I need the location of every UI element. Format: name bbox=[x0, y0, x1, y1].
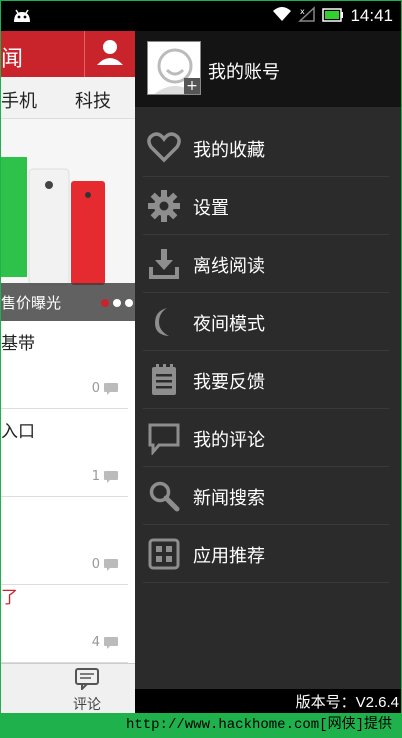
comment-tab-label: 评论 bbox=[73, 697, 101, 713]
menu-item-label: 新闻搜索 bbox=[193, 488, 265, 509]
menu-item-favorites[interactable]: 我的收藏 bbox=[143, 119, 389, 177]
app-logo-fragment: 闻 bbox=[1, 47, 24, 72]
menu-item-label: 我的收藏 bbox=[193, 140, 265, 161]
screenshot-frame: x 14:41 闻 手机 科技 售价曝光 基带 0 入口 1 0 了 4 评论 … bbox=[0, 0, 402, 738]
notepad-icon bbox=[152, 364, 176, 395]
menu-item-label: 离线阅读 bbox=[193, 256, 265, 277]
comment-count: 0 bbox=[92, 381, 118, 396]
menu-item-my-comments[interactable]: 我的评论 bbox=[143, 409, 389, 467]
phone-screen: x 14:41 闻 手机 科技 售价曝光 基带 0 入口 1 0 了 4 评论 … bbox=[1, 1, 401, 713]
comment-tab[interactable]: 评论 bbox=[67, 668, 107, 713]
menu-item-offline-reading[interactable]: 离线阅读 bbox=[143, 235, 389, 293]
comment-count: 4 bbox=[92, 635, 118, 650]
category-tabs: 手机 科技 bbox=[1, 77, 135, 119]
carousel-dot bbox=[113, 299, 121, 307]
user-button[interactable] bbox=[84, 31, 135, 77]
user-icon bbox=[95, 37, 125, 71]
source-watermark: http://www.hackhome.com[网侠]提供 bbox=[125, 717, 392, 733]
menu-item-settings[interactable]: 设置 bbox=[143, 177, 389, 235]
avatar[interactable]: + bbox=[147, 41, 201, 95]
svg-text:x: x bbox=[300, 7, 305, 16]
menu-item-label: 我要反馈 bbox=[193, 372, 265, 393]
menu-item-label: 设置 bbox=[193, 198, 229, 219]
no-signal-icon: x bbox=[298, 6, 316, 26]
news-title: 入口 bbox=[1, 422, 35, 442]
search-icon bbox=[149, 481, 180, 512]
carousel-dots bbox=[101, 299, 133, 307]
comment-icon bbox=[104, 558, 118, 571]
moon-icon bbox=[155, 308, 169, 336]
status-bar: x 14:41 bbox=[1, 1, 401, 31]
news-item[interactable]: 了 4 bbox=[1, 575, 128, 663]
battery-icon bbox=[322, 7, 344, 26]
drawer-header[interactable]: + 我的账号 bbox=[135, 31, 401, 107]
menu-item-label: 应用推荐 bbox=[193, 546, 265, 567]
version-label: 版本号：V2.6.4 bbox=[135, 689, 401, 713]
comment-icon bbox=[104, 470, 118, 483]
menu-item-app-recommend[interactable]: 应用推荐 bbox=[143, 525, 389, 583]
news-item[interactable]: 基带 0 bbox=[1, 321, 128, 409]
speech-bubble-icon bbox=[148, 423, 180, 455]
app-header: 闻 bbox=[1, 31, 135, 77]
comment-count: 1 bbox=[92, 469, 118, 484]
news-item[interactable]: 0 bbox=[1, 497, 128, 585]
bottom-bar: 评论 bbox=[1, 663, 135, 713]
banner-carousel[interactable]: 售价曝光 bbox=[1, 119, 135, 321]
menu-item-news-search[interactable]: 新闻搜索 bbox=[143, 467, 389, 525]
download-tray-icon bbox=[149, 249, 179, 279]
android-icon bbox=[11, 8, 33, 28]
comment-icon bbox=[104, 636, 118, 649]
news-item[interactable]: 入口 1 bbox=[1, 409, 128, 497]
account-label[interactable]: 我的账号 bbox=[208, 58, 280, 84]
heart-icon bbox=[147, 132, 181, 163]
wifi-icon bbox=[272, 6, 292, 26]
tab-tech[interactable]: 科技 bbox=[75, 87, 111, 113]
tab-phone[interactable]: 手机 bbox=[1, 87, 37, 113]
carousel-dot-active bbox=[101, 299, 109, 307]
comment-count: 0 bbox=[92, 557, 118, 572]
drawer-menu: 我的收藏 设置 离线阅读 夜间模式 我要反馈 我的评论 新闻搜索 应用推荐 bbox=[135, 119, 401, 583]
carousel-dot bbox=[125, 299, 133, 307]
comment-icon bbox=[75, 668, 99, 692]
menu-item-feedback[interactable]: 我要反馈 bbox=[143, 351, 389, 409]
news-title: 基带 bbox=[1, 334, 35, 354]
menu-item-label: 夜间模式 bbox=[193, 314, 265, 335]
menu-item-night-mode[interactable]: 夜间模式 bbox=[143, 293, 389, 351]
gear-icon bbox=[148, 190, 180, 222]
menu-item-label: 我的评论 bbox=[193, 430, 265, 451]
comment-icon bbox=[104, 382, 118, 395]
news-app-background: 闻 手机 科技 售价曝光 基带 0 入口 1 0 了 4 评论 bbox=[1, 31, 135, 713]
news-title: 了 bbox=[1, 588, 18, 608]
side-drawer: + 我的账号 我的收藏 设置 离线阅读 夜间模式 我要反馈 我的评论 新闻搜索 … bbox=[135, 31, 401, 713]
add-avatar-icon[interactable]: + bbox=[184, 78, 200, 94]
clock: 14:41 bbox=[350, 6, 393, 25]
apps-grid-icon bbox=[148, 538, 180, 570]
